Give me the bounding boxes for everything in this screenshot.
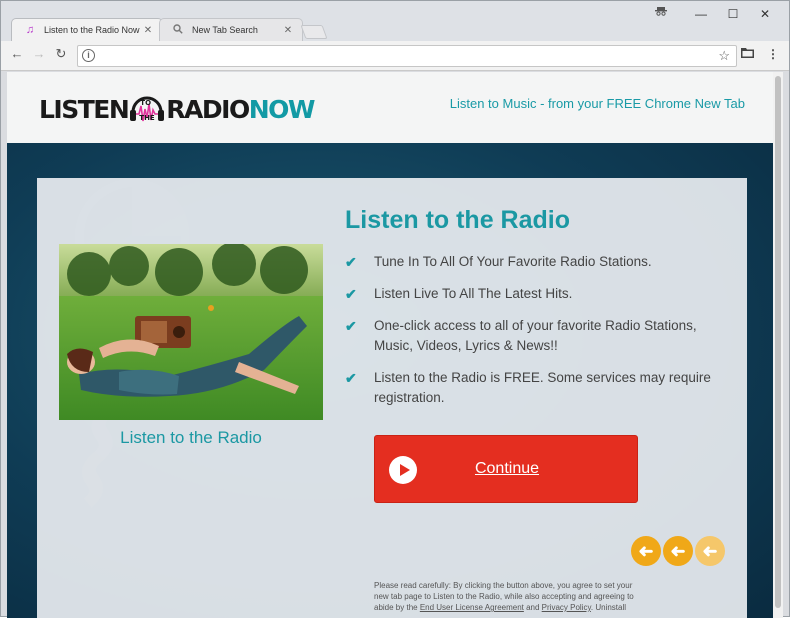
hero-background: ◔ ⌇ bbox=[7, 137, 773, 618]
checkmark-icon: ✔ bbox=[345, 318, 357, 334]
browser-window: ♫ Listen to the Radio Now ✕ New Tab Sear… bbox=[0, 0, 790, 618]
page-viewport: LISTEN TO THE RADIO NOW Listen to Music … bbox=[7, 72, 783, 618]
forward-arrow-icon[interactable]: → bbox=[29, 46, 49, 61]
tab-title: Listen to the Radio Now bbox=[44, 25, 140, 35]
new-tab-button[interactable] bbox=[300, 25, 328, 39]
minimize-icon[interactable]: — bbox=[687, 7, 715, 21]
eula-link[interactable]: End User License Agreement bbox=[420, 603, 524, 612]
folder-icon[interactable] bbox=[741, 47, 754, 61]
privacy-policy-link[interactable]: Privacy Policy bbox=[542, 603, 591, 612]
arrow-left-icon: ➜ bbox=[663, 536, 693, 566]
checkmark-icon: ✔ bbox=[345, 286, 357, 302]
tab-title: New Tab Search bbox=[192, 25, 258, 35]
arrow-left-icon: ➜ bbox=[631, 536, 661, 566]
arrow-left-icon: ➜ bbox=[695, 536, 725, 566]
continue-label: Continue bbox=[474, 460, 540, 477]
checkmark-icon: ✔ bbox=[345, 370, 357, 386]
site-header: LISTEN TO THE RADIO NOW Listen to Music … bbox=[7, 72, 773, 143]
bookmark-star-icon[interactable]: ☆ bbox=[718, 48, 730, 64]
site-logo: LISTEN TO THE RADIO NOW bbox=[39, 94, 315, 124]
site-tagline: Listen to Music - from your FREE Chrome … bbox=[449, 96, 745, 111]
search-icon bbox=[170, 23, 186, 37]
feature-item: ✔ Tune In To All Of Your Favorite Radio S… bbox=[345, 254, 652, 270]
checkmark-icon: ✔ bbox=[345, 254, 357, 270]
reload-icon[interactable]: ↻ bbox=[51, 46, 71, 62]
feature-item: ✔ Listen Live To All The Latest Hits. bbox=[345, 286, 573, 302]
incognito-profile-icon[interactable] bbox=[655, 6, 667, 19]
photo-caption: Listen to the Radio bbox=[120, 428, 262, 447]
tab-strip: ♫ Listen to the Radio Now ✕ New Tab Sear… bbox=[1, 1, 789, 41]
tab-new-tab-search[interactable]: New Tab Search ✕ bbox=[159, 18, 303, 41]
feature-list: ✔ Tune In To All Of Your Favorite Radio S… bbox=[345, 252, 725, 420]
disclaimer-text: Please read carefully: By clicking the b… bbox=[374, 581, 634, 612]
woman-radio-photo bbox=[59, 244, 323, 420]
address-bar[interactable]: i ☆ bbox=[77, 45, 737, 67]
info-icon[interactable]: i bbox=[82, 49, 95, 62]
offer-heading: Listen to the Radio bbox=[345, 206, 570, 234]
tab-listen-radio[interactable]: ♫ Listen to the Radio Now ✕ bbox=[11, 18, 163, 41]
close-tab-icon[interactable]: ✕ bbox=[280, 25, 296, 36]
close-tab-icon[interactable]: ✕ bbox=[140, 25, 156, 36]
feature-item: ✔ Listen to the Radio is FREE. Some servi… bbox=[345, 370, 711, 405]
arrow-decoration: ➜ ➜ ➜ bbox=[631, 536, 725, 566]
url-input[interactable] bbox=[100, 48, 700, 64]
offer-panel: Listen to the Radio Listen to the Radio … bbox=[37, 178, 747, 618]
music-note-icon: ♫ bbox=[25, 24, 35, 36]
maximize-icon[interactable]: ☐ bbox=[719, 7, 747, 21]
menu-kebab-icon[interactable]: ⋮ bbox=[767, 47, 779, 61]
back-arrow-icon[interactable]: ← bbox=[7, 46, 27, 61]
scrollbar-thumb[interactable] bbox=[775, 76, 781, 608]
page-scrollbar[interactable] bbox=[773, 72, 783, 618]
headphones-logo-icon: TO THE bbox=[129, 94, 165, 124]
close-window-icon[interactable]: ✕ bbox=[751, 7, 779, 21]
continue-button[interactable]: Continue bbox=[374, 435, 638, 503]
feature-item: ✔ One-click access to all of your favorit… bbox=[345, 318, 697, 353]
browser-toolbar: ← → ↻ i ☆ ⋮ bbox=[1, 41, 789, 71]
